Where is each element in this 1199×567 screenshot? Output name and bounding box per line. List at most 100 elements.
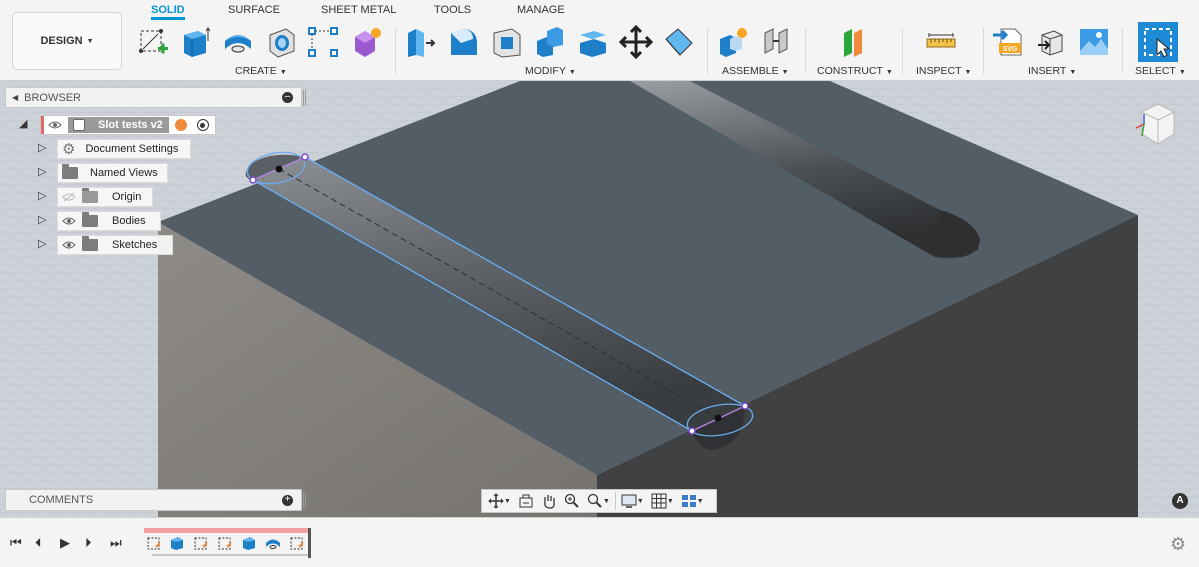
insert-canvas-icon[interactable] (1076, 24, 1112, 60)
timeline-marker[interactable] (308, 528, 311, 558)
align-icon[interactable] (661, 24, 697, 60)
combine-icon[interactable] (532, 24, 568, 60)
extrude-icon[interactable] (177, 24, 213, 60)
tab-sheet-metal[interactable]: SHEET METAL (321, 4, 396, 20)
display-settings-icon[interactable]: ▼ (619, 492, 646, 510)
browser-panel-header[interactable]: ◀ BROWSER – (5, 87, 306, 108)
folder-icon (62, 164, 78, 179)
construct-menu[interactable]: CONSTRUCT ▼ (817, 65, 893, 77)
separator (983, 28, 984, 74)
pan-hand-icon[interactable] (539, 492, 559, 510)
sketch-point[interactable] (249, 176, 257, 184)
tab-tools[interactable]: TOOLS (434, 4, 471, 20)
modify-label: MODIFY (525, 65, 566, 77)
separator (395, 28, 396, 74)
timeline: ⏮ ⏴ ▶ ⏵ ⏭ ⚙ (0, 517, 1199, 567)
caret-down-icon: ▼ (86, 37, 94, 45)
create-form-icon[interactable] (348, 24, 384, 60)
svg-label: SVG (1003, 46, 1018, 53)
expand-triangle-icon[interactable]: ◢ (19, 117, 27, 130)
timeline-sketch-icon[interactable] (145, 534, 163, 552)
root-name[interactable]: Slot tests v2 (68, 117, 169, 133)
look-at-icon[interactable] (516, 492, 536, 510)
tab-solid[interactable]: SOLID (151, 4, 185, 20)
sketch-point[interactable] (714, 414, 722, 422)
browser-item-document-settings[interactable]: ⚙ Document Settings (57, 139, 191, 159)
shell-icon[interactable] (489, 24, 525, 60)
play-icon[interactable]: ▶ (60, 535, 70, 551)
select-icon[interactable] (1138, 22, 1178, 62)
fillet-icon[interactable] (446, 24, 482, 60)
tab-manage[interactable]: MANAGE (517, 4, 565, 20)
eye-hidden-icon[interactable] (62, 190, 76, 204)
move-icon[interactable] (618, 24, 654, 60)
insert-svg-icon[interactable]: SVG (990, 24, 1026, 60)
tab-surface[interactable]: SURFACE (228, 4, 280, 20)
activate-radio-icon[interactable] (196, 119, 209, 131)
new-component-icon[interactable] (715, 24, 751, 60)
browser-item-named-views[interactable]: Named Views (57, 163, 168, 183)
expand-triangle-icon[interactable]: ▷ (38, 189, 46, 202)
insert-menu[interactable]: INSERT ▼ (1028, 65, 1076, 77)
insert-mesh-icon[interactable] (1033, 24, 1069, 60)
panel-grip-icon[interactable] (303, 90, 306, 106)
press-pull-icon[interactable] (403, 24, 439, 60)
collapse-triangle-icon[interactable]: ◀ (12, 93, 18, 102)
browser-item-label: Sketches (112, 239, 158, 251)
timeline-extrude-icon[interactable] (168, 534, 186, 552)
account-badge[interactable]: A (1172, 493, 1188, 509)
timeline-sketch-icon[interactable] (288, 534, 306, 552)
timeline-extrude-icon[interactable] (240, 534, 258, 552)
go-to-end-icon[interactable]: ⏭ (110, 535, 122, 551)
orbit-icon[interactable]: ▼ (486, 492, 513, 510)
select-menu[interactable]: SELECT ▼ (1135, 65, 1186, 77)
browser-item-bodies[interactable]: Bodies (57, 211, 161, 231)
offset-plane-icon[interactable] (835, 24, 871, 60)
expand-triangle-icon[interactable]: ▷ (38, 213, 46, 226)
step-forward-icon[interactable]: ⏵ (85, 535, 92, 551)
viewports-icon[interactable]: ▼ (679, 492, 706, 510)
caret-down-icon: ▼ (1069, 69, 1077, 76)
timeline-sketch-icon[interactable] (216, 534, 234, 552)
separator (707, 28, 708, 74)
select-label: SELECT (1135, 65, 1176, 77)
timeline-settings-gear-icon[interactable]: ⚙ (1170, 534, 1186, 555)
create-sketch-icon[interactable] (135, 24, 171, 60)
go-to-start-icon[interactable]: ⏮ (10, 535, 22, 551)
sketch-point[interactable] (741, 402, 749, 410)
browser-root[interactable]: Slot tests v2 (40, 115, 216, 135)
eye-icon[interactable] (62, 214, 76, 228)
modify-menu[interactable]: MODIFY ▼ (525, 65, 576, 77)
assemble-menu[interactable]: ASSEMBLE ▼ (722, 65, 789, 77)
offset-face-icon[interactable] (575, 24, 611, 60)
expand-triangle-icon[interactable]: ▷ (38, 165, 46, 178)
create-menu[interactable]: CREATE ▼ (235, 65, 287, 77)
step-back-icon[interactable]: ⏴ (35, 535, 42, 551)
eye-icon[interactable] (48, 118, 62, 132)
add-comment-icon[interactable]: + (282, 495, 293, 506)
workspace-switcher[interactable]: DESIGN ▼ (12, 12, 122, 70)
browser-item-origin[interactable]: Origin (57, 187, 153, 207)
minimize-icon[interactable]: – (282, 92, 293, 103)
comments-panel[interactable]: COMMENTS + (5, 489, 306, 511)
revolve-icon[interactable] (220, 24, 256, 60)
zoom-icon[interactable] (562, 492, 582, 510)
fit-zoom-icon[interactable]: ▼ (585, 492, 612, 510)
sketch-point[interactable] (688, 427, 696, 435)
expand-triangle-icon[interactable]: ▷ (38, 237, 46, 250)
inspect-menu[interactable]: INSPECT ▼ (916, 65, 971, 77)
timeline-sketch-icon[interactable] (192, 534, 210, 552)
timeline-revolve-icon[interactable] (264, 534, 282, 552)
expand-triangle-icon[interactable]: ▷ (38, 141, 46, 154)
grid-settings-icon[interactable]: ▼ (649, 492, 676, 510)
panel-grip-icon[interactable] (303, 492, 306, 508)
hole-icon[interactable] (263, 24, 299, 60)
measure-icon[interactable] (923, 24, 959, 60)
eye-icon[interactable] (62, 238, 76, 252)
root-accent (41, 116, 44, 134)
joint-icon[interactable] (758, 24, 794, 60)
browser-item-sketches[interactable]: Sketches (57, 235, 173, 255)
sketch-point[interactable] (301, 153, 309, 161)
sketch-point[interactable] (275, 165, 283, 173)
pattern-icon[interactable] (305, 24, 341, 60)
